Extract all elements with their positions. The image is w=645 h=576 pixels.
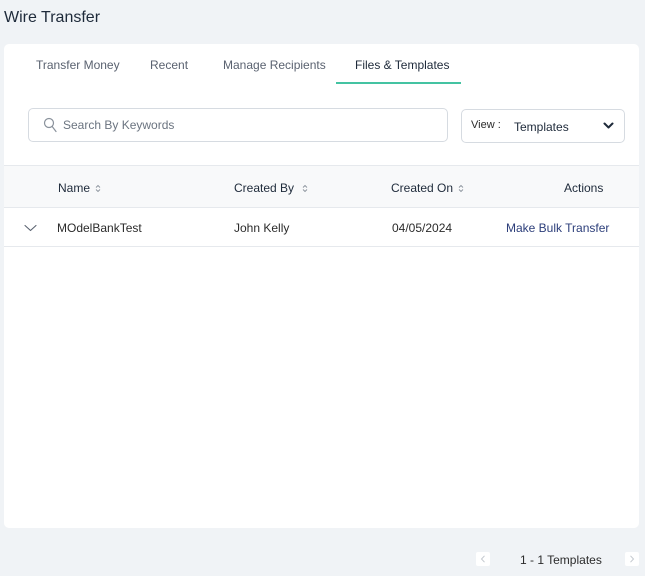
pagination-next-button[interactable] (625, 552, 639, 566)
table-row: MOdelBankTest John Kelly 04/05/2024 Make… (4, 208, 639, 247)
column-header-created-on-label: Created On (391, 181, 454, 195)
view-selected-value: Templates (514, 120, 569, 134)
chevron-down-icon (603, 122, 614, 129)
sort-icon (458, 184, 464, 193)
chevron-left-icon (480, 555, 485, 563)
tab-transfer-money[interactable]: Transfer Money (36, 58, 120, 72)
chevron-down-icon[interactable] (24, 224, 37, 232)
column-header-name[interactable]: Name (58, 181, 101, 195)
cell-created-on: 04/05/2024 (392, 221, 453, 235)
tab-recent[interactable]: Recent (150, 58, 188, 72)
make-bulk-transfer-link[interactable]: Make Bulk Transfer (506, 221, 609, 235)
cell-created-by: John Kelly (234, 221, 290, 235)
tab-bar: Transfer Money Recent Manage Recipients … (4, 44, 639, 85)
cell-name: MOdelBankTest (57, 221, 142, 235)
column-header-created-by-label: Created By (234, 181, 295, 195)
tab-manage-recipients[interactable]: Manage Recipients (223, 58, 326, 72)
column-header-actions: Actions (564, 181, 604, 195)
column-header-created-by[interactable]: Created By (234, 181, 308, 195)
tab-files-templates[interactable]: Files & Templates (355, 58, 449, 72)
page-title: Wire Transfer (4, 9, 101, 26)
pagination-prev-button[interactable] (476, 552, 490, 566)
main-card: Transfer Money Recent Manage Recipients … (4, 44, 639, 528)
view-select[interactable]: View : Templates (461, 109, 625, 143)
search-icon (43, 117, 57, 133)
column-header-created-on[interactable]: Created On (391, 181, 464, 195)
pagination-summary: 1 - 1 Templates (520, 553, 602, 567)
table-header: Name Created By Created On Actions (4, 165, 639, 208)
sort-icon (95, 184, 101, 193)
active-tab-indicator (336, 82, 461, 84)
column-header-name-label: Name (58, 181, 91, 195)
sort-icon (302, 184, 308, 193)
search-box[interactable] (28, 108, 448, 142)
chevron-right-icon (630, 555, 635, 563)
view-label: View : (471, 119, 501, 131)
search-input[interactable] (63, 110, 433, 140)
